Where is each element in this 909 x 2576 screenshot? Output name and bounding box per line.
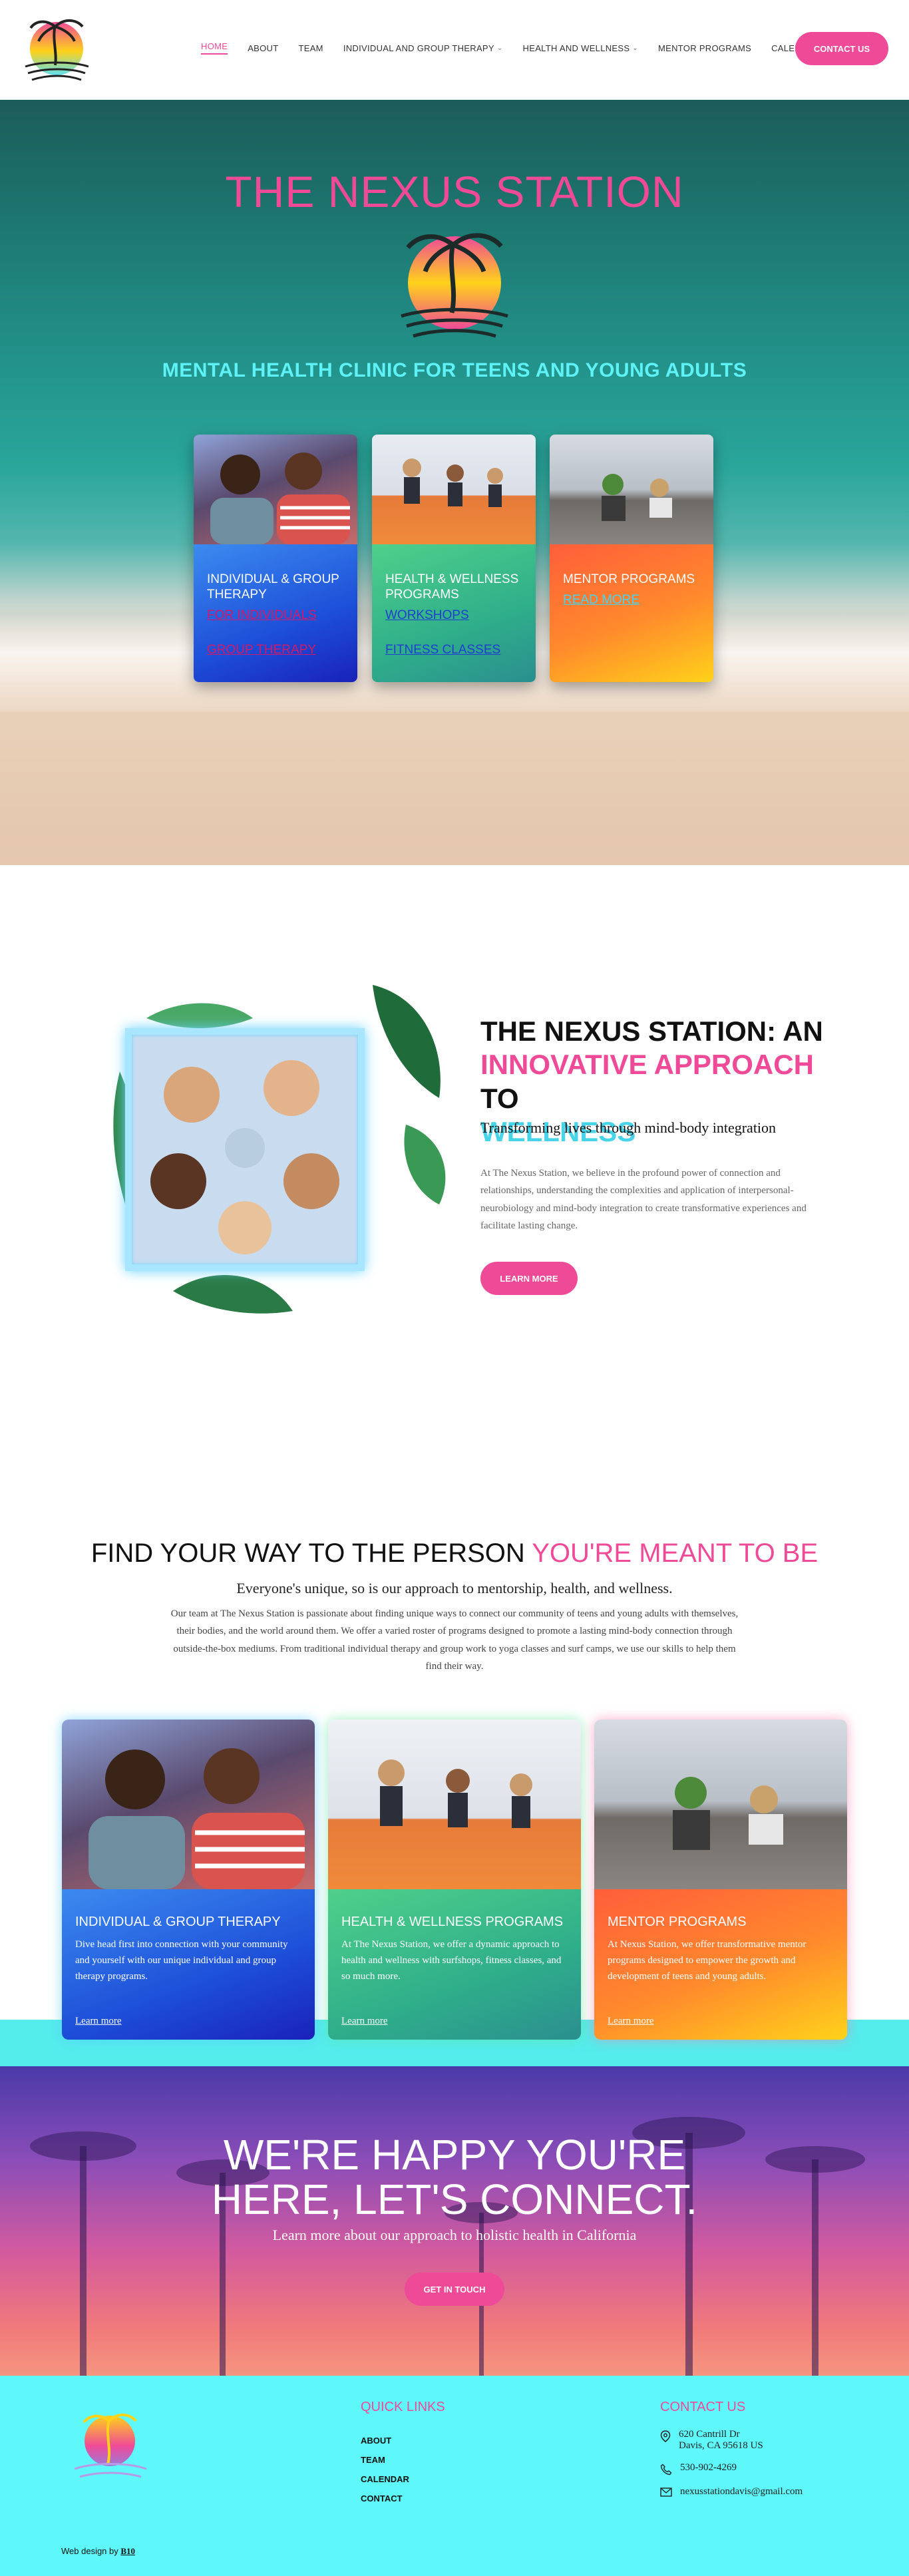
palm-tree-emblem-icon xyxy=(401,233,508,338)
main-nav: HOME ABOUT TEAM INDIVIDUAL AND GROUP THE… xyxy=(201,41,820,55)
chevron-down-icon: ⌄ xyxy=(632,44,639,52)
site-header: HOME ABOUT TEAM INDIVIDUAL AND GROUP THE… xyxy=(0,0,909,100)
phone-number[interactable]: 530-902-4269 xyxy=(680,2462,737,2474)
phone-icon xyxy=(660,2464,672,2476)
program-card-therapy[interactable]: INDIVIDUAL & GROUP THERAPY Dive head fir… xyxy=(62,1720,315,2040)
kids-racing-photo xyxy=(594,1720,847,1889)
site-footer: QUICK LINKS ABOUT TEAM CALENDAR CONTACT … xyxy=(0,2376,909,2529)
hero-subtitle: MENTAL HEALTH CLINIC FOR TEENS AND YOUNG… xyxy=(162,359,747,381)
hero-card-therapy[interactable]: INDIVIDUAL & GROUP THERAPY FOR INDIVIDUA… xyxy=(194,435,357,682)
get-in-touch-button[interactable]: GET IN TOUCH xyxy=(405,2273,504,2306)
envelope-icon xyxy=(660,2487,672,2497)
people-illustration-icon xyxy=(378,1759,532,1828)
people-illustration-icon xyxy=(89,1748,305,1889)
yoga-class-photo xyxy=(328,1720,581,1889)
kids-racing-photo xyxy=(550,435,713,544)
for-individuals-link[interactable]: FOR INDIVIDUALS xyxy=(207,608,344,623)
yoga-class-photo xyxy=(372,435,536,544)
program-card-title: HEALTH & WELLNESS PROGRAMS xyxy=(341,1915,564,1929)
people-illustration-icon xyxy=(210,453,350,544)
nav-individual-group-therapy[interactable]: INDIVIDUAL AND GROUP THERAPY ⌄ xyxy=(343,41,503,55)
design-credit[interactable]: Web design by B10 xyxy=(61,2546,135,2557)
footer-link-contact[interactable]: CONTACT xyxy=(361,2493,409,2503)
hero-section: THE NEXUS STATION MENTAL HEALTH CLINIC F… xyxy=(0,100,909,865)
wave-divider xyxy=(0,852,909,865)
footer-link-about[interactable]: ABOUT xyxy=(361,2436,409,2446)
group-therapy-link[interactable]: GROUP THERAPY xyxy=(207,643,344,657)
people-illustration-icon xyxy=(602,474,672,521)
intro-paragraph: At The Nexus Station, we believe in the … xyxy=(480,1168,807,1231)
map-pin-icon xyxy=(660,2430,671,2442)
connect-heading: WE'RE HAPPY YOU'RE HERE, LET'S CONNECT. xyxy=(211,2131,698,2224)
find-paragraph: Our team at The Nexus Station is passion… xyxy=(170,1608,739,1672)
address-line2: Davis, CA 95618 US xyxy=(679,2440,763,2451)
credit-brand-link[interactable]: B10 xyxy=(120,2546,135,2556)
nav-team[interactable]: TEAM xyxy=(299,41,323,55)
nav-health-wellness[interactable]: HEALTH AND WELLNESS ⌄ xyxy=(523,41,638,55)
contact-heading: CONTACT US xyxy=(660,2400,746,2414)
contact-info: 620 Cantrill Dr Davis, CA 95618 US 530-90… xyxy=(660,2429,803,2508)
hero-card-title: INDIVIDUAL & GROUP THERAPY xyxy=(207,572,339,602)
hero-title: THE NEXUS STATION xyxy=(225,167,684,216)
workshops-link[interactable]: WORKSHOPS xyxy=(385,608,522,623)
nav-home[interactable]: HOME xyxy=(201,41,228,55)
program-card-description: At Nexus Station, we offer transformativ… xyxy=(608,1939,807,1982)
credit-prefix: Web design by xyxy=(61,2546,118,2556)
hero-card-mentor-body: MENTOR PROGRAMS READ MORE xyxy=(550,544,713,682)
nav-about[interactable]: ABOUT xyxy=(248,41,278,55)
quick-links-list: ABOUT TEAM CALENDAR CONTACT xyxy=(361,2436,409,2513)
program-card-wellness-body: HEALTH & WELLNESS PROGRAMS At The Nexus … xyxy=(328,1889,581,2040)
intro-subheading: Transforming lives through mind-body int… xyxy=(480,1119,777,1136)
learn-more-link[interactable]: Learn more xyxy=(341,2016,388,2027)
hero-card-mentor[interactable]: MENTOR PROGRAMS READ MORE xyxy=(550,435,713,682)
contact-us-button[interactable]: CONTACT US xyxy=(795,32,888,65)
connect-banner: WE'RE HAPPY YOU'RE HERE, LET'S CONNECT. L… xyxy=(0,2066,909,2376)
program-card-mentor[interactable]: MENTOR PROGRAMS At Nexus Station, we off… xyxy=(594,1720,847,2040)
people-illustration-icon xyxy=(403,459,503,507)
address-line1: 620 Cantrill Dr xyxy=(679,2429,740,2440)
program-card-description: At The Nexus Station, we offer a dynamic… xyxy=(341,1939,562,1982)
site-logo[interactable] xyxy=(19,12,95,89)
hero-card-therapy-body: INDIVIDUAL & GROUP THERAPY FOR INDIVIDUA… xyxy=(194,544,357,682)
read-more-link[interactable]: READ MORE xyxy=(563,593,700,608)
hero-card-title: MENTOR PROGRAMS xyxy=(563,572,695,586)
chevron-down-icon: ⌄ xyxy=(496,44,503,52)
fitness-classes-link[interactable]: FITNESS CLASSES xyxy=(385,643,522,657)
hero-card-wellness-body: HEALTH & WELLNESS PROGRAMS WORKSHOPS FIT… xyxy=(372,544,536,682)
phone-row[interactable]: 530-902-4269 xyxy=(660,2462,803,2476)
find-subheading: Everyone's unique, so is our approach to… xyxy=(236,1580,673,1596)
program-card-wellness[interactable]: HEALTH & WELLNESS PROGRAMS At The Nexus … xyxy=(328,1720,581,2040)
nav-mentor-programs[interactable]: MENTOR PROGRAMS xyxy=(658,41,751,55)
footer-link-calendar[interactable]: CALENDAR xyxy=(361,2474,409,2484)
address-row: 620 Cantrill Dr Davis, CA 95618 US xyxy=(660,2429,803,2452)
find-heading: FIND YOUR WAY TO THE PERSON YOU'RE MEANT… xyxy=(91,1539,818,1568)
email-address[interactable]: nexusstationdavis@gmail.com xyxy=(680,2486,803,2497)
learn-more-link[interactable]: Learn more xyxy=(75,2016,122,2027)
program-card-therapy-body: INDIVIDUAL & GROUP THERAPY Dive head fir… xyxy=(62,1889,315,2040)
learn-more-button[interactable]: LEARN MORE xyxy=(480,1262,578,1295)
quick-links-heading: QUICK LINKS xyxy=(361,2400,445,2414)
program-card-title: MENTOR PROGRAMS xyxy=(608,1915,747,1929)
teens-smiling-photo xyxy=(62,1720,315,1889)
program-card-description: Dive head first into connection with you… xyxy=(75,1939,288,1982)
people-illustration-icon xyxy=(673,1777,783,1850)
email-row[interactable]: nexusstationdavis@gmail.com xyxy=(660,2486,803,2497)
program-card-mentor-body: MENTOR PROGRAMS At Nexus Station, we off… xyxy=(594,1889,847,2040)
footer-logo[interactable] xyxy=(65,2408,155,2487)
hero-card-title: HEALTH & WELLNESS PROGRAMS xyxy=(385,572,519,602)
program-card-title: INDIVIDUAL & GROUP THERAPY xyxy=(75,1915,281,1929)
footer-link-team[interactable]: TEAM xyxy=(361,2455,409,2465)
people-illustration-icon xyxy=(150,1060,339,1254)
teens-smiling-photo xyxy=(194,435,357,544)
learn-more-link[interactable]: Learn more xyxy=(608,2016,654,2027)
sub-footer xyxy=(0,2529,909,2576)
connect-subheading: Learn more about our approach to holisti… xyxy=(272,2227,637,2243)
teens-circle-photo xyxy=(125,1028,365,1271)
hero-card-wellness[interactable]: HEALTH & WELLNESS PROGRAMS WORKSHOPS FIT… xyxy=(372,435,536,682)
